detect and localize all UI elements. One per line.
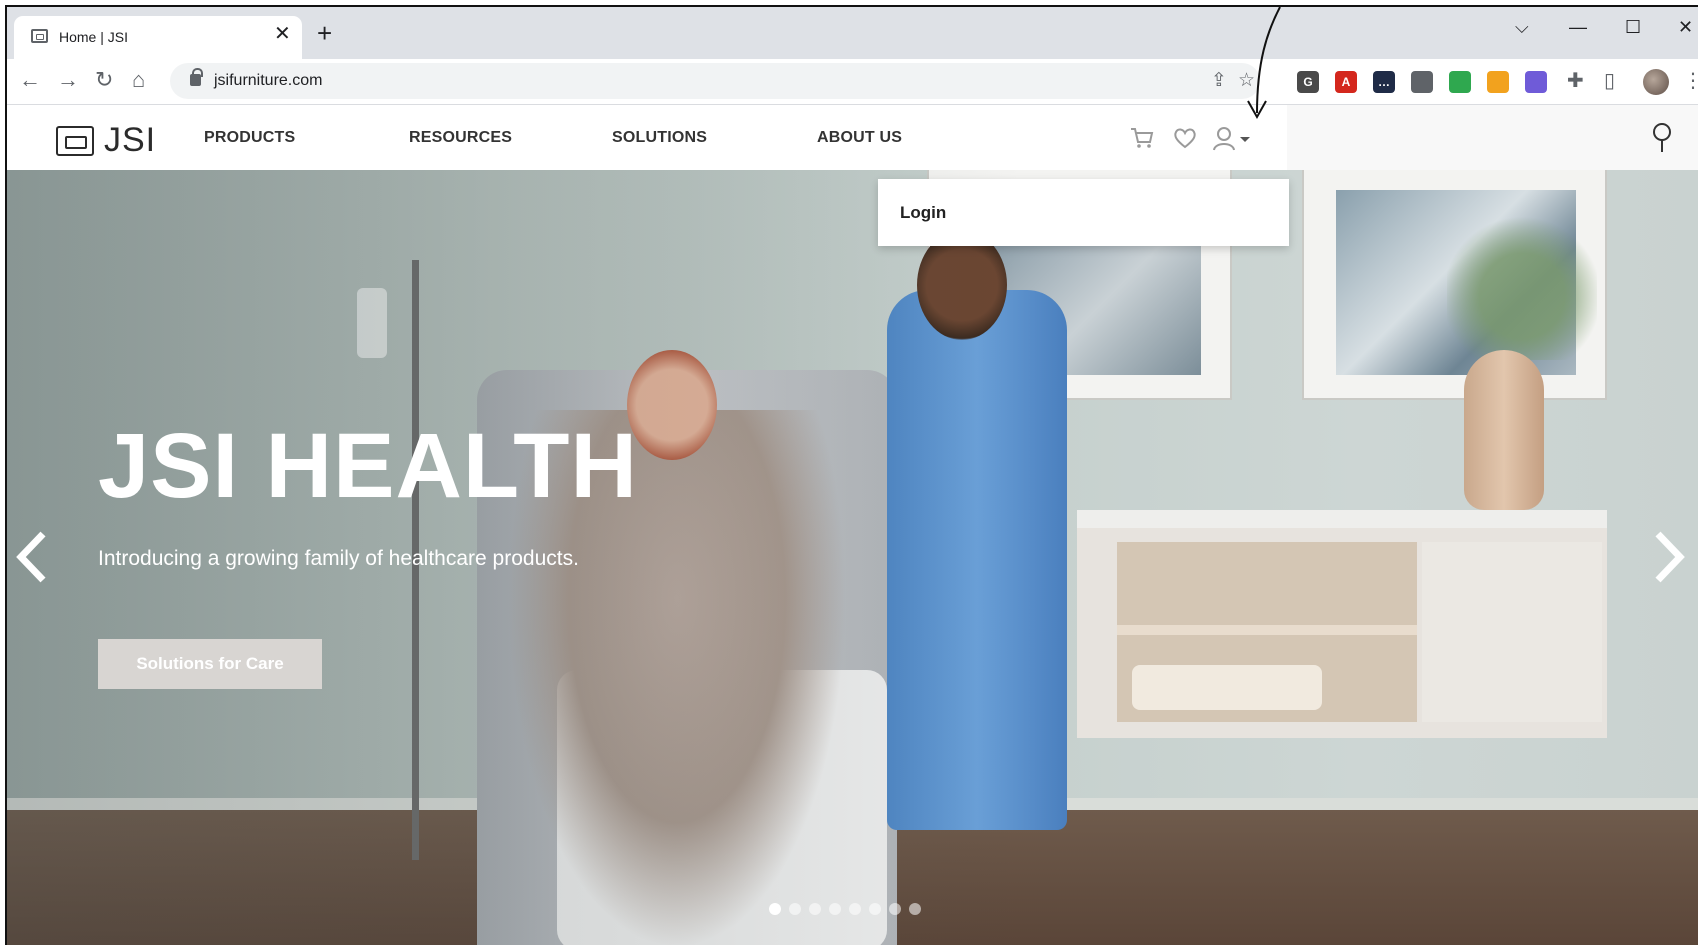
hero-carousel: JSI HEALTH Introducing a growing family … <box>7 170 1698 945</box>
jsi-logo-mark-icon <box>56 125 94 156</box>
extension-7-extension-icon[interactable] <box>1525 71 1547 93</box>
share-icon[interactable]: ⇪ <box>1211 70 1227 92</box>
account-icon[interactable] <box>1212 125 1254 153</box>
side-panel-icon[interactable]: ▯ <box>1604 69 1615 93</box>
annotation-arrow-icon <box>1247 7 1281 120</box>
cart-icon[interactable] <box>1129 125 1155 151</box>
carousel-next-icon[interactable] <box>1652 530 1686 584</box>
site-header: JSI PRODUCTS RESOURCES SOLUTIONS ABOUT U… <box>7 105 1287 170</box>
login-link[interactable]: Login <box>900 203 946 223</box>
carousel-dot[interactable] <box>849 903 861 915</box>
carousel-prev-icon[interactable] <box>15 530 49 584</box>
acrobat-extension-icon[interactable]: A <box>1335 71 1357 93</box>
carousel-dots <box>769 903 921 915</box>
tab-close-icon[interactable]: ✕ <box>274 24 291 44</box>
carousel-dot[interactable] <box>869 903 881 915</box>
browser-window: Home | JSI ✕ + ⌵ — ☐ ✕ ← → ↻ ⌂ jsifurnit… <box>5 5 1698 945</box>
new-tab-button[interactable]: + <box>317 20 332 46</box>
tab-home-jsi[interactable]: Home | JSI ✕ <box>14 16 302 59</box>
jsi-logo[interactable]: JSI <box>56 121 156 160</box>
site-favicon-icon <box>31 29 48 43</box>
extension-3-extension-icon[interactable]: … <box>1373 71 1395 93</box>
lock-icon[interactable] <box>190 68 203 86</box>
maximize-button[interactable]: ☐ <box>1625 17 1641 37</box>
tab-search-icon[interactable]: ⌵ <box>1515 17 1529 37</box>
carousel-dot[interactable] <box>809 903 821 915</box>
browser-menu-icon[interactable]: ⋮ <box>1683 69 1698 93</box>
logo-text: JSI <box>104 121 157 159</box>
header-right-panel <box>1287 105 1698 170</box>
extension-5-extension-icon[interactable] <box>1449 71 1471 93</box>
extensions-puzzle-icon[interactable]: ✚ <box>1567 69 1584 93</box>
minimize-button[interactable]: — <box>1569 17 1587 37</box>
heart-icon[interactable] <box>1172 125 1198 151</box>
home-button[interactable]: ⌂ <box>132 68 145 92</box>
carousel-dot[interactable] <box>789 903 801 915</box>
nav-resources[interactable]: RESOURCES <box>409 129 512 147</box>
back-button[interactable]: ← <box>19 68 41 92</box>
tab-strip: Home | JSI ✕ + ⌵ — ☐ ✕ <box>7 7 1698 59</box>
nav-about-us[interactable]: ABOUT US <box>817 129 902 147</box>
account-dropdown: Login <box>878 179 1289 246</box>
hero-subtitle: Introducing a growing family of healthca… <box>98 547 579 570</box>
url-text[interactable]: jsifurniture.com <box>214 72 322 90</box>
extension-1-extension-icon[interactable]: G <box>1297 71 1319 93</box>
tab-title: Home | JSI <box>59 29 128 45</box>
extension-6-extension-icon[interactable] <box>1487 71 1509 93</box>
carousel-dot[interactable] <box>909 903 921 915</box>
reload-button[interactable]: ↻ <box>95 68 113 92</box>
map-pin-icon[interactable] <box>1650 122 1674 154</box>
carousel-dot[interactable] <box>769 903 781 915</box>
camera-extension-icon[interactable] <box>1411 71 1433 93</box>
carousel-dot[interactable] <box>829 903 841 915</box>
hero-title: JSI HEALTH <box>98 415 638 517</box>
browser-toolbar: ← → ↻ ⌂ jsifurniture.com ⇪ ☆ GA … ✚ ▯ ⋮ <box>7 59 1698 105</box>
close-window-button[interactable]: ✕ <box>1678 17 1693 37</box>
nav-products[interactable]: PRODUCTS <box>204 129 295 147</box>
nav-solutions[interactable]: SOLUTIONS <box>612 129 707 147</box>
address-bar[interactable]: jsifurniture.com ⇪ ☆ <box>170 63 1260 99</box>
forward-button[interactable]: → <box>57 68 79 92</box>
profile-avatar[interactable] <box>1643 69 1669 95</box>
carousel-dot[interactable] <box>889 903 901 915</box>
solutions-for-care-button[interactable]: Solutions for Care <box>98 639 322 689</box>
